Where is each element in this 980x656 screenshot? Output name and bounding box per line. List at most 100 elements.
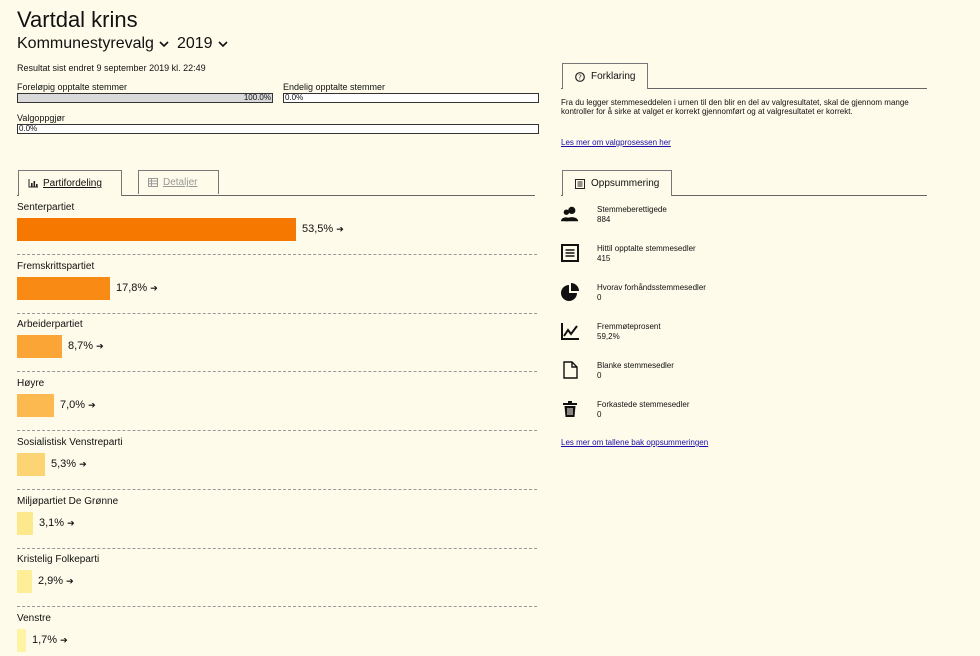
party-name: Arbeiderpartiet xyxy=(17,319,83,331)
party-separator xyxy=(17,606,537,608)
page-title: Vartdal krins xyxy=(17,7,138,32)
summary-numbers-link[interactable]: Les mer om tallene bak oppsummeringen xyxy=(561,438,708,447)
summary-label: Hvorav forhåndsstemmesedler xyxy=(597,283,706,292)
preliminary-progress-value: 100.0% xyxy=(243,93,271,102)
arrow-right-icon[interactable]: ➔ xyxy=(66,576,74,586)
arrow-right-icon[interactable]: ➔ xyxy=(336,224,344,234)
summary-value: 0 xyxy=(597,293,602,302)
party-name: Fremskrittspartiet xyxy=(17,260,95,272)
arrow-right-icon[interactable]: ➔ xyxy=(96,341,104,351)
svg-text:?: ? xyxy=(578,73,582,81)
summary-value: 0 xyxy=(597,410,602,419)
summary-label: Hittil opptalte stemmesedler xyxy=(597,244,696,253)
preliminary-label: Foreløpig opptalte stemmer xyxy=(17,82,128,92)
party-percentage[interactable]: 8,7% ➔ xyxy=(68,340,104,353)
chevron-down-icon xyxy=(217,40,228,47)
trash-icon xyxy=(563,401,577,417)
party-percentage[interactable]: 2,9% ➔ xyxy=(38,575,74,588)
preliminary-progress-fill xyxy=(18,94,272,102)
blank-doc-icon xyxy=(563,361,578,379)
party-name: Venstre xyxy=(17,612,51,624)
party-percentage-value: 2,9% xyxy=(38,575,64,588)
pie-icon xyxy=(561,283,579,301)
arrow-right-icon[interactable]: ➔ xyxy=(60,635,68,645)
party-row: Kristelig Folkeparti 2,9% ➔ xyxy=(17,554,537,594)
arrow-right-icon[interactable]: ➔ xyxy=(67,518,75,528)
party-percentage[interactable]: 7,0% ➔ xyxy=(60,399,96,412)
summary-label: Blanke stemmesedler xyxy=(597,361,674,370)
table-icon xyxy=(148,178,158,187)
party-name: Kristelig Folkeparti xyxy=(17,554,100,566)
summary-blank-ballots: Blanke stemmesedler 0 xyxy=(561,361,921,391)
summary-counted-ballots: Hittil opptalte stemmesedler 415 xyxy=(561,244,921,274)
party-name: Sosialistisk Venstreparti xyxy=(17,436,123,448)
party-name: Miljøpartiet De Grønne xyxy=(17,495,119,507)
party-row: Senterpartiet 53,5% ➔ xyxy=(17,202,537,241)
party-name: Senterpartiet xyxy=(17,202,75,213)
party-percentage-value: 7,0% xyxy=(60,399,86,412)
party-percentage[interactable]: 3,1% ➔ xyxy=(39,517,75,530)
party-bar xyxy=(17,511,33,535)
summary-eligible-voters: Stemmeberettigede 884 xyxy=(561,205,921,235)
party-bar xyxy=(17,570,32,594)
arrow-right-icon[interactable]: ➔ xyxy=(150,283,158,293)
results-tabs: Partifordeling Detaljer xyxy=(17,170,535,196)
party-percentage-value: 1,7% xyxy=(32,633,58,646)
final-label: Endelig opptalte stemmer xyxy=(283,82,386,92)
chevron-down-icon xyxy=(159,40,169,47)
tab-explanation[interactable]: ? Forklaring xyxy=(562,63,649,89)
last-changed-text: Resultat sist endret 9 september 2019 kl… xyxy=(17,63,206,73)
tab-party-distribution[interactable]: Partifordeling xyxy=(18,170,122,196)
party-percentage-value: 53,5% xyxy=(302,223,334,235)
settlement-label: Valgoppgjør xyxy=(17,113,65,123)
users-icon xyxy=(561,206,579,222)
summary-advance-votes: Hvorav forhåndsstemmesedler 0 xyxy=(561,283,921,313)
election-selectors: Kommunestyrevalg 2019 xyxy=(17,34,228,54)
party-separator xyxy=(17,547,537,549)
final-progress-bar: 0.0% xyxy=(283,93,539,103)
line-chart-icon xyxy=(561,323,579,340)
arrow-right-icon[interactable]: ➔ xyxy=(79,459,87,469)
summary-label: Stemmeberettigede xyxy=(597,205,667,214)
tab-summary[interactable]: Oppsummering xyxy=(562,170,673,196)
party-separator xyxy=(17,312,537,314)
election-dropdown[interactable]: Kommunestyrevalg xyxy=(17,34,169,54)
party-row: Miljøpartiet De Grønne 3,1% ➔ xyxy=(17,495,537,535)
party-separator xyxy=(17,488,537,490)
summary-label: Fremmøteprosent xyxy=(597,322,661,331)
election-dropdown-label: Kommunestyrevalg xyxy=(17,35,154,52)
party-separator xyxy=(17,430,537,432)
settlement-progress-value: 0.0% xyxy=(19,124,38,133)
summary-value: 0 xyxy=(597,371,602,380)
summary-rejected-ballots: Forkastede stemmesedler 0 xyxy=(561,400,921,430)
tab-explanation-label: Forklaring xyxy=(591,71,636,82)
party-row: Venstre 1,7% ➔ xyxy=(17,612,537,652)
party-percentage[interactable]: 53,5% ➔ xyxy=(302,223,344,236)
party-row: Sosialistisk Venstreparti 5,3% ➔ xyxy=(17,436,537,476)
party-percentage[interactable]: 5,3% ➔ xyxy=(51,458,87,471)
election-process-link[interactable]: Les mer om valgprosessen her xyxy=(561,138,671,147)
summary-value: 59,2% xyxy=(597,332,620,341)
party-separator xyxy=(17,254,537,255)
tab-details[interactable]: Detaljer xyxy=(138,170,219,194)
party-bar xyxy=(17,628,26,652)
settlement-progress-bar: 0.0% xyxy=(17,124,539,134)
arrow-right-icon[interactable]: ➔ xyxy=(88,400,96,410)
question-circle-icon: ? xyxy=(575,71,585,82)
list-icon xyxy=(561,244,579,262)
party-percentage-value: 17,8% xyxy=(116,281,148,294)
year-dropdown[interactable]: 2019 xyxy=(177,34,228,54)
party-percentage[interactable]: 17,8% ➔ xyxy=(116,282,158,295)
final-progress-value: 0.0% xyxy=(285,93,304,102)
summary-value: 415 xyxy=(597,254,611,263)
party-name: Høyre xyxy=(17,378,45,390)
party-percentage[interactable]: 1,7% ➔ xyxy=(32,634,68,647)
summary-label: Forkastede stemmesedler xyxy=(597,400,690,409)
explanation-text: Fra du legger stemmeseddelen i urnen til… xyxy=(561,98,909,116)
year-dropdown-label: 2019 xyxy=(176,35,213,52)
party-row: Fremskrittspartiet 17,8% ➔ xyxy=(17,260,537,300)
tab-details-label: Detaljer xyxy=(163,177,198,188)
summary-turnout: Fremmøteprosent 59,2% xyxy=(561,322,921,352)
summary-value: 884 xyxy=(597,215,611,224)
preliminary-progress-bar: 100.0% xyxy=(17,93,273,103)
